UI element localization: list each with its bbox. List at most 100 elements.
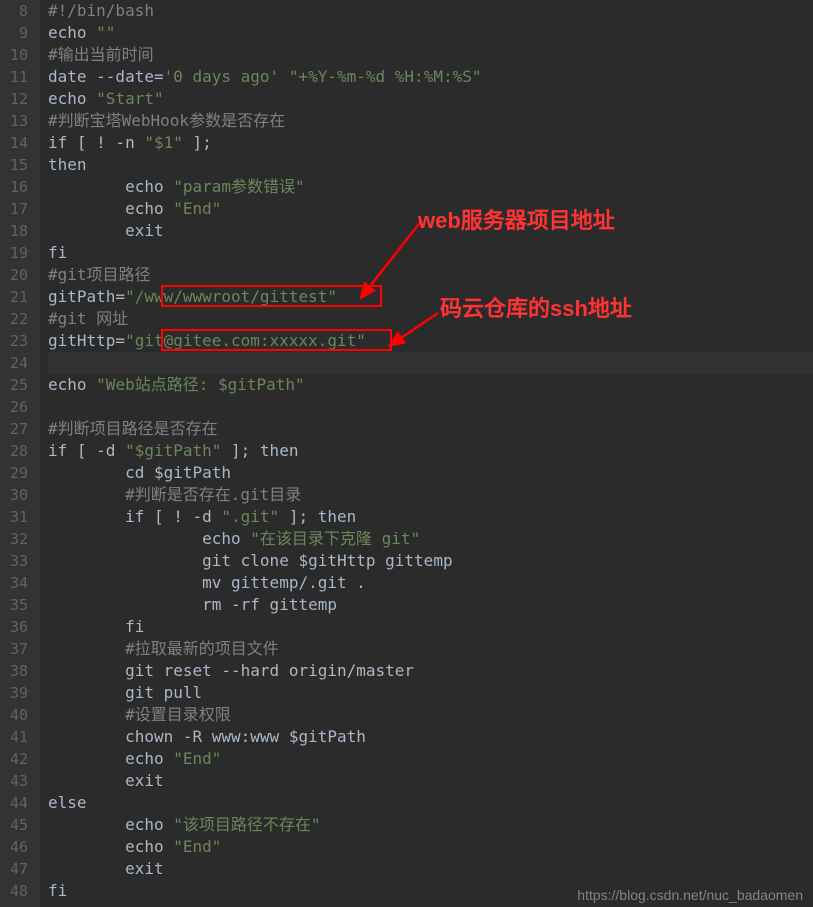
line-number: 34 <box>8 572 28 594</box>
line-number: 35 <box>8 594 28 616</box>
code-line[interactable]: else <box>48 792 813 814</box>
code-line[interactable]: chown -R www:www $gitPath <box>48 726 813 748</box>
code-line[interactable]: if [ ! -d ".git" ]; then <box>48 506 813 528</box>
line-number: 44 <box>8 792 28 814</box>
line-number: 46 <box>8 836 28 858</box>
token-txt: mv gittemp/.git . <box>48 572 366 594</box>
code-line[interactable]: echo "在该目录下克隆 git" <box>48 528 813 550</box>
line-number: 41 <box>8 726 28 748</box>
code-line[interactable]: rm -rf gittemp <box>48 594 813 616</box>
line-number: 16 <box>8 176 28 198</box>
code-line[interactable]: git reset --hard origin/master <box>48 660 813 682</box>
line-number: 19 <box>8 242 28 264</box>
code-line[interactable]: #判断项目路径是否存在 <box>48 418 813 440</box>
code-line[interactable]: echo "param参数错误" <box>48 176 813 198</box>
line-number: 14 <box>8 132 28 154</box>
code-area[interactable]: #!/bin/bashecho ""#输出当前时间date --date='0 … <box>40 0 813 907</box>
token-cmt: #判断宝塔WebHook参数是否存在 <box>48 110 285 132</box>
token-cmt: #git 网址 <box>48 308 128 330</box>
token-txt: echo <box>48 198 173 220</box>
token-txt: if [ ! -n <box>48 132 144 154</box>
token-str: "$1" <box>144 132 183 154</box>
code-line[interactable]: exit <box>48 858 813 880</box>
code-line[interactable]: fi <box>48 242 813 264</box>
line-number: 12 <box>8 88 28 110</box>
code-line[interactable]: exit <box>48 770 813 792</box>
line-number-gutter: 8910111213141516171819202122232425262728… <box>0 0 40 907</box>
token-txt: chown -R www:www $gitPath <box>48 726 366 748</box>
code-line[interactable]: #git 网址 <box>48 308 813 330</box>
token-cmt: #!/bin/bash <box>48 0 154 22</box>
token-txt: echo <box>48 748 173 770</box>
code-line[interactable]: date --date='0 days ago' "+%Y-%m-%d %H:%… <box>48 66 813 88</box>
token-str: "该项目路径不存在" <box>173 814 320 836</box>
line-number: 21 <box>8 286 28 308</box>
line-number: 43 <box>8 770 28 792</box>
line-number: 20 <box>8 264 28 286</box>
token-txt: if [ -d <box>48 440 125 462</box>
token-txt: echo <box>48 374 96 396</box>
token-txt: git clone $gitHttp gittemp <box>48 550 453 572</box>
token-txt: if [ ! -d <box>48 506 221 528</box>
token-txt <box>48 484 125 506</box>
line-number: 10 <box>8 44 28 66</box>
line-number: 22 <box>8 308 28 330</box>
code-line[interactable]: gitPath="/www/wwwroot/gittest" <box>48 286 813 308</box>
line-number: 24 <box>8 352 28 374</box>
code-line[interactable]: mv gittemp/.git . <box>48 572 813 594</box>
line-number: 8 <box>8 0 28 22</box>
code-line[interactable]: if [ -d "$gitPath" ]; then <box>48 440 813 462</box>
token-txt: rm -rf gittemp <box>48 594 337 616</box>
line-number: 48 <box>8 880 28 902</box>
token-txt: echo <box>48 88 96 110</box>
code-line[interactable]: #拉取最新的项目文件 <box>48 638 813 660</box>
code-line[interactable]: #!/bin/bash <box>48 0 813 22</box>
token-txt: fi <box>48 616 144 638</box>
token-str: ".git" <box>221 506 279 528</box>
token-cmt: #判断项目路径是否存在 <box>48 418 218 440</box>
token-txt <box>279 66 289 88</box>
watermark: https://blog.csdn.net/nuc_badaomen <box>577 887 803 903</box>
line-number: 17 <box>8 198 28 220</box>
code-line[interactable]: #判断宝塔WebHook参数是否存在 <box>48 110 813 132</box>
code-line[interactable]: #判断是否存在.git目录 <box>48 484 813 506</box>
code-line[interactable]: echo "该项目路径不存在" <box>48 814 813 836</box>
code-line[interactable]: echo "Web站点路径: $gitPath" <box>48 374 813 396</box>
code-line[interactable]: git clone $gitHttp gittemp <box>48 550 813 572</box>
code-line[interactable]: echo "End" <box>48 748 813 770</box>
code-line[interactable]: if [ ! -n "$1" ]; <box>48 132 813 154</box>
token-txt: gitPath= <box>48 286 125 308</box>
token-str: "param参数错误" <box>173 176 304 198</box>
code-line[interactable]: gitHttp="git@gitee.com:xxxxx.git" <box>48 330 813 352</box>
token-str: "$gitPath" <box>125 440 221 462</box>
token-str: "End" <box>173 836 221 858</box>
code-line[interactable]: git pull <box>48 682 813 704</box>
code-line[interactable] <box>48 396 813 418</box>
code-line[interactable]: then <box>48 154 813 176</box>
token-str: "End" <box>173 198 221 220</box>
token-txt <box>48 704 125 726</box>
token-cmt: #git项目路径 <box>48 264 151 286</box>
line-number: 30 <box>8 484 28 506</box>
code-line[interactable]: #设置目录权限 <box>48 704 813 726</box>
code-line[interactable]: echo "Start" <box>48 88 813 110</box>
line-number: 37 <box>8 638 28 660</box>
token-str: "在该目录下克隆 git" <box>250 528 420 550</box>
token-txt: then <box>48 154 87 176</box>
code-line[interactable]: cd $gitPath <box>48 462 813 484</box>
code-line[interactable]: fi <box>48 616 813 638</box>
code-line[interactable]: echo "End" <box>48 836 813 858</box>
line-number: 32 <box>8 528 28 550</box>
code-line[interactable]: exit <box>48 220 813 242</box>
token-str: '0 days ago' <box>164 66 280 88</box>
code-line[interactable]: #git项目路径 <box>48 264 813 286</box>
code-line[interactable]: #输出当前时间 <box>48 44 813 66</box>
code-line[interactable]: echo "" <box>48 22 813 44</box>
token-cmt: #判断是否存在.git目录 <box>125 484 301 506</box>
token-txt: date --date= <box>48 66 164 88</box>
token-txt: fi <box>48 880 67 902</box>
line-number: 39 <box>8 682 28 704</box>
token-cmt: #拉取最新的项目文件 <box>125 638 279 660</box>
code-line[interactable] <box>48 352 813 374</box>
code-line[interactable]: echo "End" <box>48 198 813 220</box>
